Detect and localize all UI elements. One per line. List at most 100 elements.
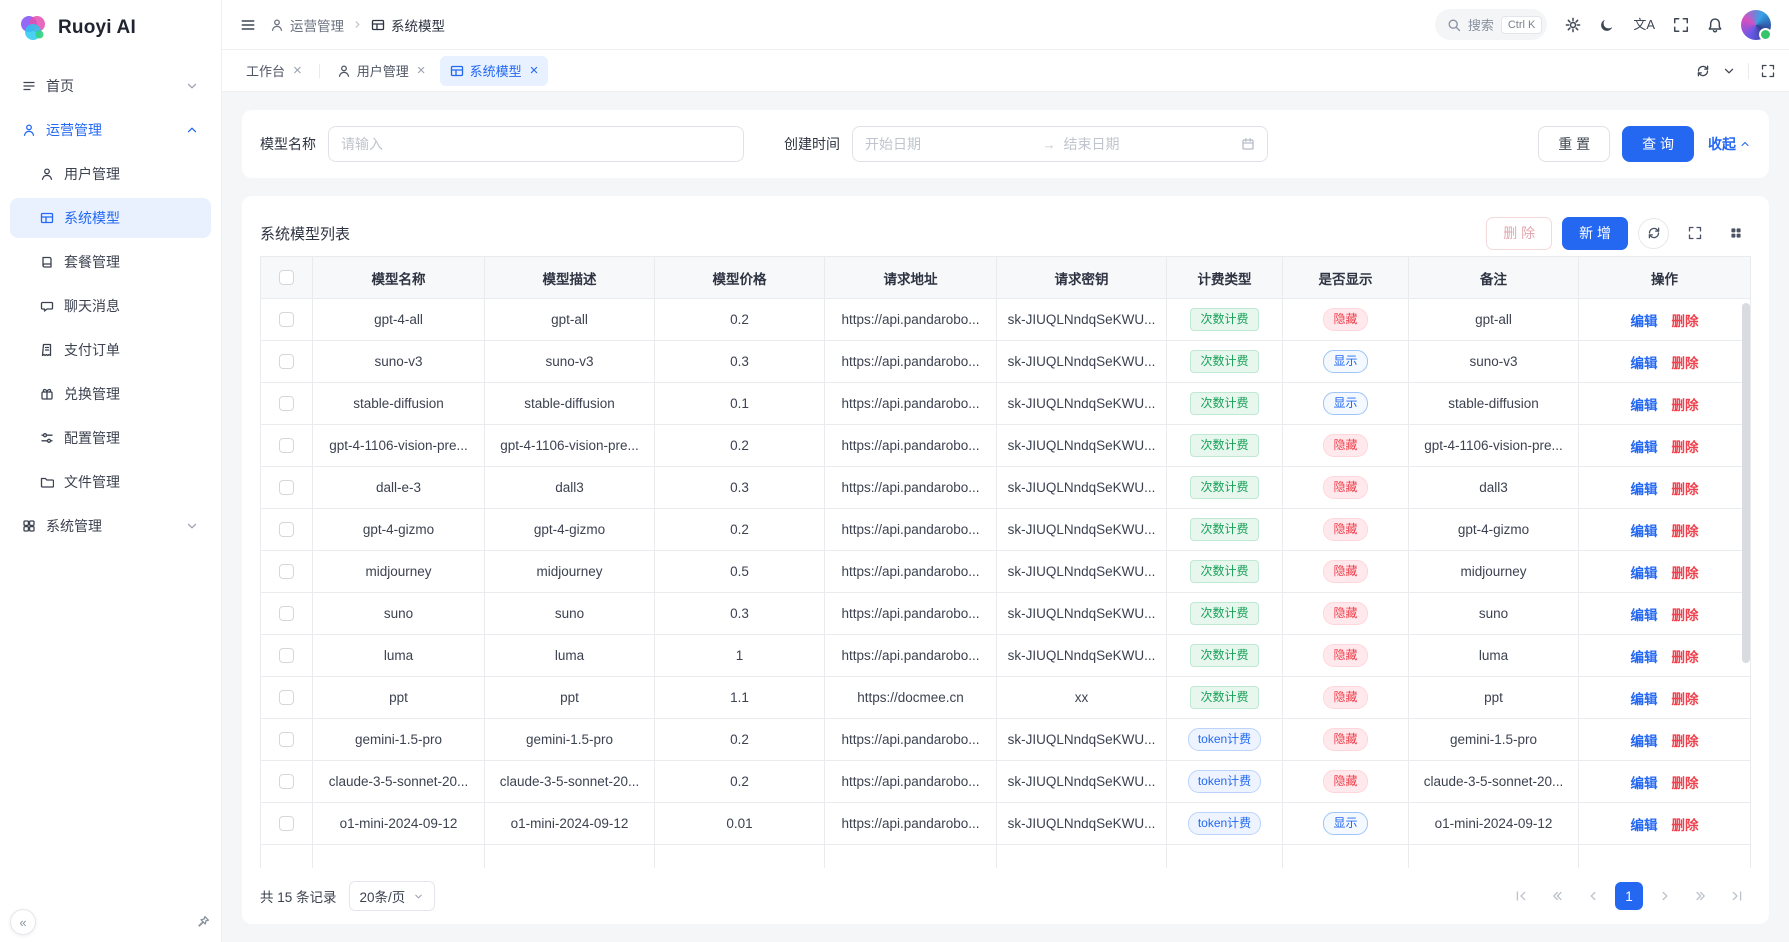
end-date-input[interactable] (1064, 136, 1234, 152)
edit-link[interactable]: 编辑 (1631, 776, 1658, 791)
row-checkbox[interactable] (279, 816, 294, 831)
table-scrollbar-thumb[interactable] (1742, 303, 1750, 663)
select-all-checkbox[interactable] (279, 270, 294, 285)
close-icon[interactable]: × (417, 63, 426, 78)
delete-link[interactable]: 删除 (1672, 608, 1699, 623)
sidebar-subitem[interactable]: 套餐管理 (10, 242, 211, 282)
last-page-button[interactable] (1723, 882, 1751, 910)
delete-link[interactable]: 删除 (1672, 314, 1699, 329)
edit-link[interactable]: 编辑 (1631, 356, 1658, 371)
tab-workbench[interactable]: 工作台 × (236, 56, 312, 86)
dark-mode-button[interactable] (1599, 17, 1615, 33)
query-button[interactable]: 查 询 (1622, 126, 1694, 162)
tab-menu-button[interactable] (1722, 64, 1736, 78)
delete-link[interactable]: 删除 (1672, 734, 1699, 749)
breadcrumb-item-model[interactable]: 系统模型 (371, 15, 445, 35)
maximize-content-button[interactable] (1761, 64, 1775, 78)
next-group-button[interactable] (1687, 882, 1715, 910)
row-checkbox[interactable] (279, 564, 294, 579)
row-checkbox[interactable] (279, 648, 294, 663)
tab-user-management[interactable]: 用户管理 × (327, 56, 436, 86)
row-checkbox[interactable] (279, 522, 294, 537)
sidebar-subitem[interactable]: 文件管理 (10, 462, 211, 502)
row-checkbox[interactable] (279, 732, 294, 747)
prev-page-button[interactable] (1579, 882, 1607, 910)
edit-link[interactable]: 编辑 (1631, 734, 1658, 749)
reset-button[interactable]: 重 置 (1538, 126, 1610, 162)
start-date-input[interactable] (865, 136, 1035, 152)
tab-system-model[interactable]: 系统模型 × (440, 56, 549, 86)
edit-link[interactable]: 编辑 (1631, 440, 1658, 455)
column-settings-button[interactable] (1720, 218, 1751, 249)
prev-group-button[interactable] (1543, 882, 1571, 910)
sidebar-collapse-button[interactable]: « (10, 909, 36, 935)
avatar[interactable] (1741, 10, 1771, 40)
edit-link[interactable]: 编辑 (1631, 398, 1658, 413)
logo-icon (18, 13, 48, 43)
batch-delete-button[interactable]: 删 除 (1486, 217, 1552, 250)
sidebar-item-label: 运营管理 (46, 120, 102, 140)
current-page[interactable]: 1 (1615, 882, 1643, 910)
sidebar-item-operations[interactable]: 运营管理 (10, 110, 211, 150)
delete-link[interactable]: 删除 (1672, 566, 1699, 581)
row-checkbox[interactable] (279, 774, 294, 789)
refresh-tab-button[interactable] (1696, 64, 1710, 78)
cell-model-price: 0.1 (655, 383, 825, 425)
row-checkbox[interactable] (279, 354, 294, 369)
delete-link[interactable]: 删除 (1672, 692, 1699, 707)
edit-link[interactable]: 编辑 (1631, 608, 1658, 623)
sidebar-subitem[interactable]: 支付订单 (10, 330, 211, 370)
edit-link[interactable]: 编辑 (1631, 314, 1658, 329)
sidebar-subitem-label: 兑换管理 (64, 384, 120, 404)
row-checkbox[interactable] (279, 606, 294, 621)
edit-link[interactable]: 编辑 (1631, 524, 1658, 539)
table-body: gpt-4-all gpt-all 0.2 https://api.pandar… (261, 299, 1751, 868)
settings-button[interactable] (1565, 17, 1581, 33)
edit-link[interactable]: 编辑 (1631, 818, 1658, 833)
delete-link[interactable]: 删除 (1672, 776, 1699, 791)
delete-link[interactable]: 删除 (1672, 398, 1699, 413)
row-checkbox[interactable] (279, 480, 294, 495)
delete-link[interactable]: 删除 (1672, 482, 1699, 497)
first-page-button[interactable] (1507, 882, 1535, 910)
table-row: gpt-4-1106-vision-pre... gpt-4-1106-visi… (261, 425, 1751, 467)
model-name-input[interactable] (341, 136, 731, 152)
sidebar-item-system[interactable]: 系统管理 (10, 506, 211, 546)
edit-link[interactable]: 编辑 (1631, 482, 1658, 497)
delete-link[interactable]: 删除 (1672, 650, 1699, 665)
page-size-select[interactable]: 20条/页 (349, 881, 436, 911)
breadcrumb-item-operations[interactable]: 运营管理 (270, 15, 344, 35)
notifications-button[interactable] (1707, 17, 1723, 33)
delete-link[interactable]: 删除 (1672, 356, 1699, 371)
sidebar-subitem[interactable]: 聊天消息 (10, 286, 211, 326)
close-icon[interactable]: × (293, 63, 302, 78)
collapse-filter-link[interactable]: 收起 (1708, 134, 1751, 154)
sidebar-subitem[interactable]: 用户管理 (10, 154, 211, 194)
sidebar-toggle-button[interactable] (240, 17, 256, 33)
translate-button[interactable]: 文A (1633, 18, 1655, 31)
sidebar-item-home[interactable]: 首页 (10, 66, 211, 106)
delete-link[interactable]: 删除 (1672, 524, 1699, 539)
cell-actions: 编辑删除 (1579, 341, 1751, 383)
sidebar-subitem[interactable]: 系统模型 (10, 198, 211, 238)
pin-icon[interactable] (196, 915, 210, 932)
close-icon[interactable]: × (530, 63, 539, 78)
sidebar-subitem[interactable]: 配置管理 (10, 418, 211, 458)
global-search[interactable]: 搜索 Ctrl K (1435, 9, 1548, 40)
edit-link[interactable]: 编辑 (1631, 566, 1658, 581)
row-checkbox[interactable] (279, 438, 294, 453)
next-page-button[interactable] (1651, 882, 1679, 910)
add-button[interactable]: 新 增 (1562, 217, 1628, 250)
logo[interactable]: Ruoyi AI (0, 0, 221, 56)
row-checkbox[interactable] (279, 396, 294, 411)
edit-link[interactable]: 编辑 (1631, 692, 1658, 707)
refresh-table-button[interactable] (1638, 218, 1669, 249)
delete-link[interactable]: 删除 (1672, 818, 1699, 833)
row-checkbox[interactable] (279, 312, 294, 327)
delete-link[interactable]: 删除 (1672, 440, 1699, 455)
sidebar-subitem[interactable]: 兑换管理 (10, 374, 211, 414)
fullscreen-button[interactable] (1673, 17, 1689, 33)
table-fullscreen-button[interactable] (1679, 218, 1710, 249)
edit-link[interactable]: 编辑 (1631, 650, 1658, 665)
row-checkbox[interactable] (279, 690, 294, 705)
